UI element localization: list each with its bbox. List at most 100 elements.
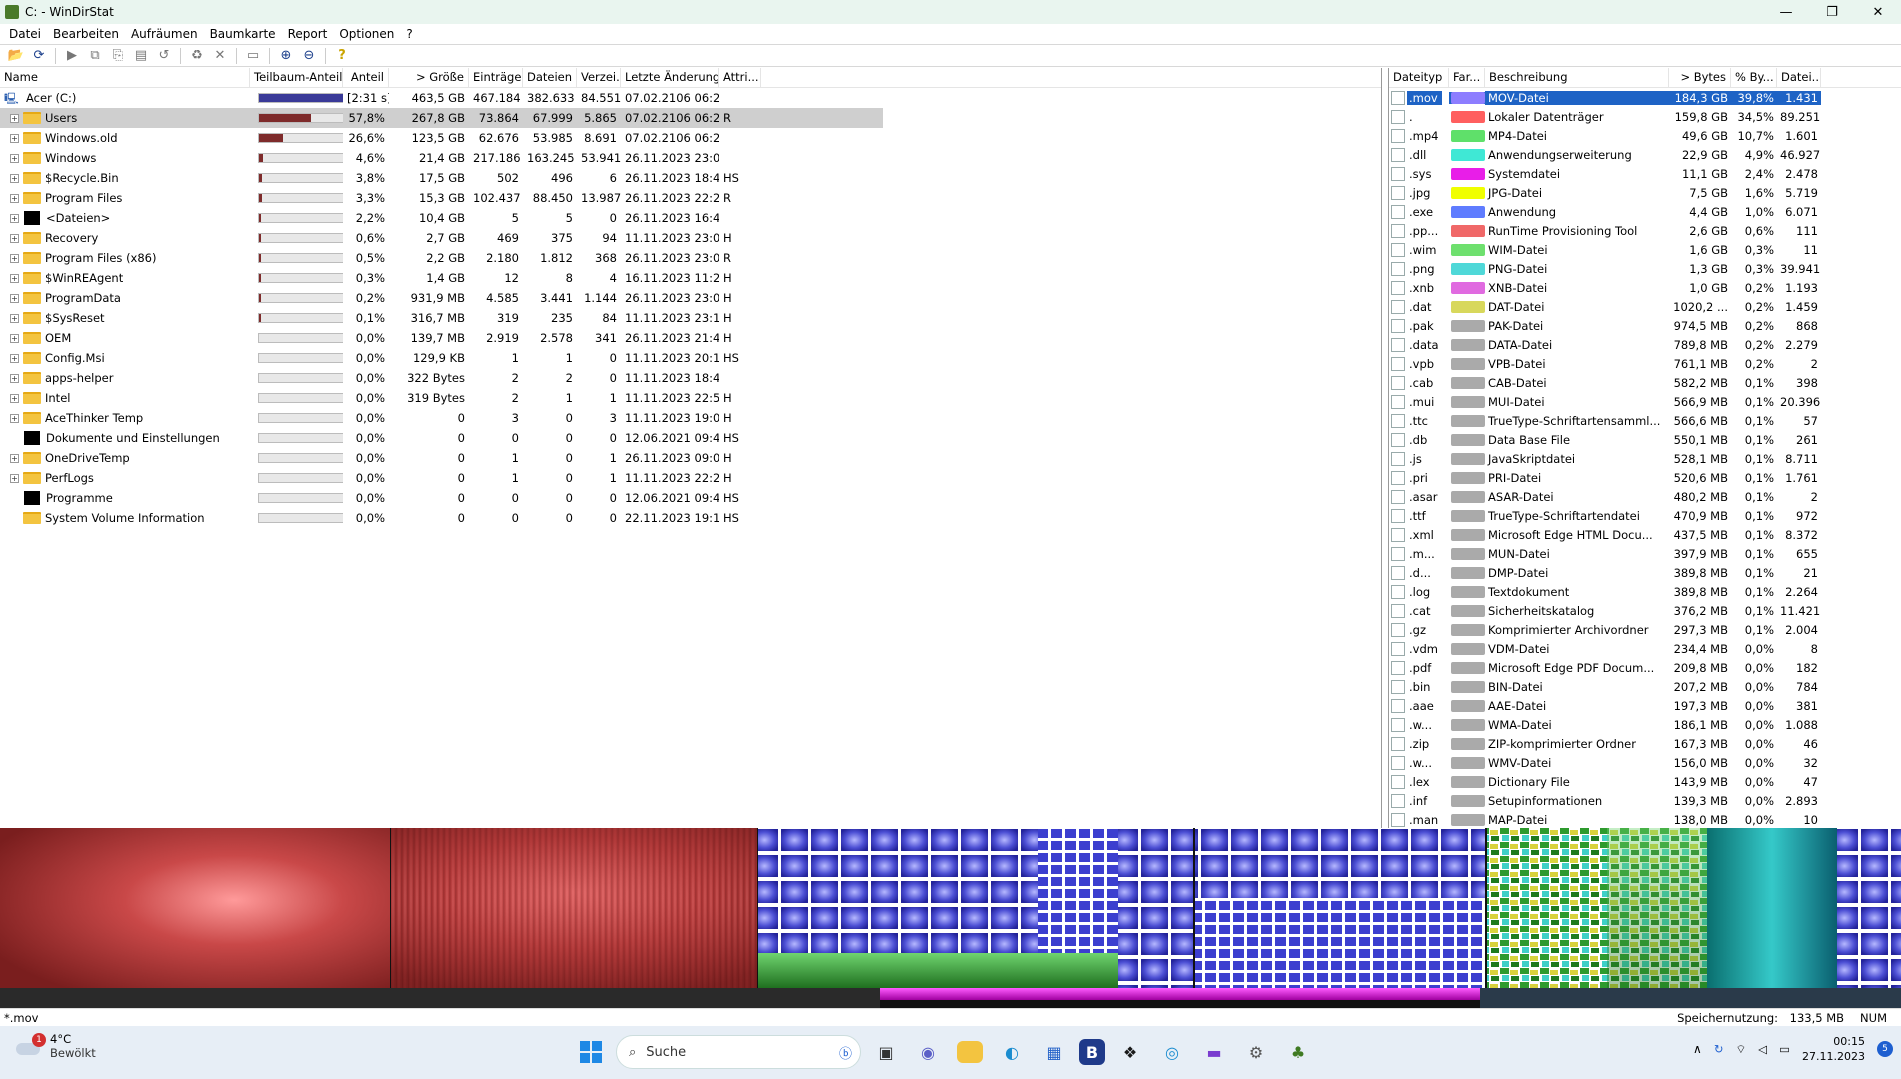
tree-row[interactable]: + PerfLogs 0,0% 0 1 0 1 11.11.2023 22:25:39 H: [0, 468, 1381, 488]
weather-widget[interactable]: 1 4°C Bewölkt: [14, 1032, 96, 1060]
tree-column-header[interactable]: > Größe: [389, 68, 469, 87]
tree-row[interactable]: + Users 57,8% 267,8 GB 73.864 67.999 5.865 07.0…: [0, 108, 883, 128]
tree-row[interactable]: + apps-helper 0,0% 322 Bytes 2 2 0 11.11.2023 1…: [0, 368, 1381, 388]
copy-icon[interactable]: ⧉: [85, 47, 105, 65]
file-type-row[interactable]: .pdf Microsoft Edge PDF Docum... 209,8 MB 0…: [1389, 658, 1901, 677]
type-column-header[interactable]: Beschreibung: [1485, 68, 1669, 87]
open-folder-icon[interactable]: 📂: [6, 47, 26, 65]
menu-item[interactable]: Datei: [3, 27, 47, 41]
start-button[interactable]: [574, 1035, 608, 1069]
file-type-row[interactable]: .dll Anwendungserweiterung 22,9 GB 4,9% 46.9…: [1389, 145, 1901, 164]
tree-row[interactable]: + Windows.old 26,6% 123,5 GB 62.676 53.985 8.6…: [0, 128, 1381, 148]
windirstat-taskbar-icon[interactable]: ♣: [1281, 1035, 1315, 1069]
tree-row[interactable]: + <Dateien> 2,2% 10,4 GB 5 5 0 26.11.2023 16:49…: [0, 208, 1381, 228]
volume-icon[interactable]: ◁: [1758, 1042, 1767, 1056]
tree-row[interactable]: + $WinREAgent 0,3% 1,4 GB 12 8 4 16.11.2023 11:…: [0, 268, 1381, 288]
file-explorer-icon[interactable]: [957, 1041, 983, 1063]
play-icon[interactable]: ▶: [62, 47, 82, 65]
tree-column-header[interactable]: Name: [0, 68, 250, 87]
file-type-row[interactable]: .mov MOV-Datei 184,3 GB 39,8% 1.431: [1389, 88, 1901, 107]
tree-column-header[interactable]: Dateien: [523, 68, 577, 87]
file-type-row[interactable]: .js JavaSkriptdatei 528,1 MB 0,1% 8.711: [1389, 449, 1901, 468]
expand-icon[interactable]: +: [10, 453, 19, 463]
file-type-row[interactable]: .ttf TrueType-Schriftartendatei 470,9 MB 0,…: [1389, 506, 1901, 525]
tree-row[interactable]: Dokumente und Einstellungen 0,0% 0 0 0 0 12.06…: [0, 428, 1381, 448]
treemap-view[interactable]: [0, 828, 1901, 1008]
store-icon[interactable]: ▦: [1037, 1035, 1071, 1069]
menu-item[interactable]: Optionen: [333, 27, 400, 41]
type-column-header[interactable]: Dateityp: [1389, 68, 1449, 87]
minimize-button[interactable]: —: [1763, 0, 1809, 24]
type-column-header[interactable]: % By...: [1731, 68, 1777, 87]
file-type-row[interactable]: .cab CAB-Datei 582,2 MB 0,1% 398: [1389, 373, 1901, 392]
file-type-row[interactable]: .data DATA-Datei 789,8 MB 0,2% 2.279: [1389, 335, 1901, 354]
file-type-row[interactable]: .mui MUI-Datei 566,9 MB 0,1% 20.396: [1389, 392, 1901, 411]
zoom-in-icon[interactable]: ⊕: [276, 47, 296, 65]
tree-column-header[interactable]: Einträge: [469, 68, 523, 87]
tree-column-header[interactable]: Teilbaum-Anteil: [250, 68, 343, 87]
file-type-row[interactable]: .w... WMV-Datei 156,0 MB 0,0% 32: [1389, 753, 1901, 772]
type-column-header[interactable]: Far...: [1449, 68, 1485, 87]
notification-badge[interactable]: 5: [1877, 1041, 1893, 1057]
chat-icon[interactable]: ◉: [911, 1035, 945, 1069]
type-column-header[interactable]: Datei...: [1777, 68, 1821, 87]
menu-item[interactable]: Bearbeiten: [47, 27, 125, 41]
file-type-row[interactable]: .dat DAT-Datei 1020,2 ... 0,2% 1.459: [1389, 297, 1901, 316]
booking-icon[interactable]: B: [1079, 1039, 1105, 1065]
file-type-row[interactable]: . Lokaler Datenträger 159,8 GB 34,5% 89.251: [1389, 107, 1901, 126]
tree-row[interactable]: + OEM 0,0% 139,7 MB 2.919 2.578 341 26.11.2023 …: [0, 328, 1381, 348]
menu-item[interactable]: ?: [400, 27, 418, 41]
expand-icon[interactable]: +: [10, 353, 19, 363]
chevron-up-icon[interactable]: ∧: [1693, 1042, 1702, 1056]
file-type-row[interactable]: .sys Systemdatei 11,1 GB 2,4% 2.478: [1389, 164, 1901, 183]
file-type-row[interactable]: .wim WIM-Datei 1,6 GB 0,3% 11: [1389, 240, 1901, 259]
help-icon[interactable]: ?: [332, 47, 352, 65]
file-type-row[interactable]: .exe Anwendung 4,4 GB 1,0% 6.071: [1389, 202, 1901, 221]
tree-row[interactable]: + Program Files (x86) 0,5% 2,2 GB 2.180 1.812…: [0, 248, 1381, 268]
close-button[interactable]: ✕: [1855, 0, 1901, 24]
copy2-icon[interactable]: ⎘: [108, 47, 128, 65]
menu-item[interactable]: Aufräumen: [125, 27, 204, 41]
tree-column-header[interactable]: Letzte Änderung: [621, 68, 719, 87]
expand-icon[interactable]: +: [10, 373, 19, 383]
file-type-row[interactable]: .png PNG-Datei 1,3 GB 0,3% 39.941: [1389, 259, 1901, 278]
expand-icon[interactable]: +: [10, 313, 19, 323]
task-view-icon[interactable]: ▣: [869, 1035, 903, 1069]
file-type-row[interactable]: .vpb VPB-Datei 761,1 MB 0,2% 2: [1389, 354, 1901, 373]
file-type-row[interactable]: .d... DMP-Datei 389,8 MB 0,1% 21: [1389, 563, 1901, 582]
expand-icon[interactable]: +: [10, 413, 19, 423]
file-type-row[interactable]: .lex Dictionary File 143,9 MB 0,0% 47: [1389, 772, 1901, 791]
file-type-row[interactable]: .man MAP-Datei 138,0 MB 0,0% 10: [1389, 810, 1901, 828]
file-type-row[interactable]: .xnb XNB-Datei 1,0 GB 0,2% 1.193: [1389, 278, 1901, 297]
tree-row[interactable]: + Windows 4,6% 21,4 GB 217.186 163.245 53.941 2…: [0, 148, 1381, 168]
file-type-row[interactable]: .pp... RunTime Provisioning Tool 2,6 GB 0,6…: [1389, 221, 1901, 240]
expand-icon[interactable]: +: [10, 253, 19, 263]
file-type-row[interactable]: .w... WMA-Datei 186,1 MB 0,0% 1.088: [1389, 715, 1901, 734]
battery-icon[interactable]: ▭: [1779, 1042, 1790, 1056]
wireless-icon[interactable]: ◎: [1155, 1035, 1189, 1069]
tree-row[interactable]: System Volume Information 0,0% 0 0 0 0 22.11.2…: [0, 508, 1381, 528]
file-type-row[interactable]: .bin BIN-Datei 207,2 MB 0,0% 784: [1389, 677, 1901, 696]
tree-row[interactable]: Programme 0,0% 0 0 0 0 12.06.2021 09:41:39 HS: [0, 488, 1381, 508]
settings-icon[interactable]: ⚙: [1239, 1035, 1273, 1069]
file-type-row[interactable]: .gz Komprimierter Archivordner 297,3 MB 0,1…: [1389, 620, 1901, 639]
tree-row[interactable]: + Intel 0,0% 319 Bytes 2 1 1 11.11.2023 22:55:5…: [0, 388, 1381, 408]
maximize-button[interactable]: ❐: [1809, 0, 1855, 24]
tree-row[interactable]: + ProgramData 0,2% 931,9 MB 4.585 3.441 1.144 2…: [0, 288, 1381, 308]
tree-row[interactable]: + $Recycle.Bin 3,8% 17,5 GB 502 496 6 26.11.202…: [0, 168, 1381, 188]
sync-icon[interactable]: ↻: [1714, 1042, 1724, 1056]
tree-row[interactable]: + Config.Msi 0,0% 129,9 KB 1 1 0 11.11.2023 20:…: [0, 348, 1381, 368]
expand-icon[interactable]: +: [10, 153, 19, 163]
tree-column-header[interactable]: Anteil: [343, 68, 389, 87]
expand-icon[interactable]: +: [10, 333, 19, 343]
file-type-row[interactable]: .zip ZIP-komprimierter Ordner 167,3 MB 0,0%…: [1389, 734, 1901, 753]
wifi-icon[interactable]: ⌔: [1735, 1042, 1746, 1057]
delete-icon[interactable]: ✕: [210, 47, 230, 65]
tree-row[interactable]: + $SysReset 0,1% 316,7 MB 319 235 84 11.11.2023…: [0, 308, 1381, 328]
recycle-icon[interactable]: ♻: [187, 47, 207, 65]
tree-row[interactable]: + Program Files 3,3% 15,3 GB 102.437 88.450 13…: [0, 188, 1381, 208]
file-type-row[interactable]: .log Textdokument 389,8 MB 0,1% 2.264: [1389, 582, 1901, 601]
expand-icon[interactable]: +: [10, 293, 19, 303]
clock[interactable]: 00:15 27.11.2023: [1802, 1034, 1865, 1064]
expand-icon[interactable]: +: [10, 273, 19, 283]
